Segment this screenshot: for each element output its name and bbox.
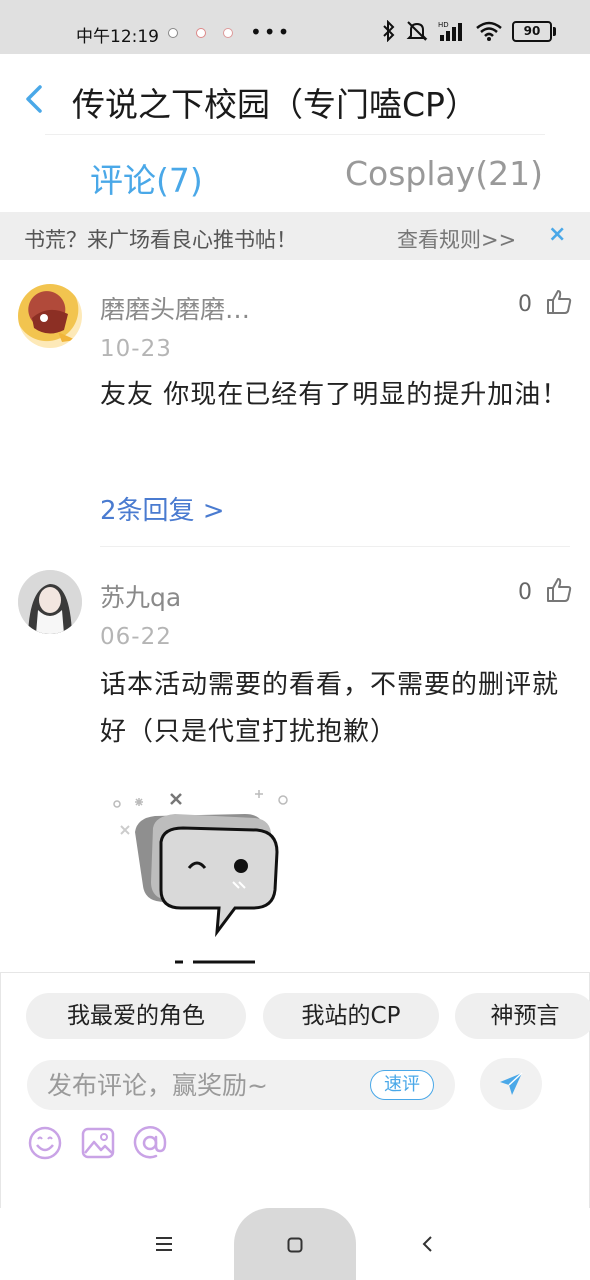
comment-username[interactable]: 苏九qa [100, 578, 181, 614]
comment-divider [100, 546, 570, 547]
bluetooth-icon [383, 20, 395, 42]
thumbs-up-icon[interactable] [545, 576, 573, 604]
tab-bar: 评论(7) Cosplay(21) [0, 140, 590, 210]
comment-content: 友友 你现在已经有了明显的提升加油！ [100, 380, 569, 410]
comment-date: 06-22 [100, 624, 172, 650]
banner-text: 书荒？来广场看良心推书帖！ [24, 228, 297, 252]
page-title: 传说之下校园（专门嗑CP） [72, 85, 478, 124]
more-notifications-icon: ••• [250, 20, 292, 44]
battery-icon: 90 [512, 20, 556, 42]
avatar-image [18, 570, 82, 634]
topic-chip[interactable]: 我最爱的角色 [26, 993, 246, 1039]
avatar-image [32, 309, 76, 342]
avatar[interactable] [18, 284, 82, 348]
system-nav-bar [0, 1208, 590, 1280]
tab-cosplay[interactable]: Cosplay(21) [345, 154, 543, 193]
header-divider [45, 134, 545, 135]
at-icon[interactable] [132, 1125, 168, 1161]
header: 传说之下校园（专门嗑CP） [0, 54, 590, 144]
like-count: 0 [518, 580, 532, 605]
svg-text:HD: HD [438, 21, 449, 29]
like-count: 0 [518, 292, 532, 317]
quick-comment-button[interactable]: 速评 [370, 1070, 434, 1100]
tab-comments[interactable]: 评论(7) [90, 154, 203, 202]
comment-date: 10-23 [100, 336, 172, 362]
comment-composer: 我最爱的角色 我站的CP 神预言 速评 [0, 972, 590, 1208]
status-bar: 中午12:19 ••• HD 90 [0, 0, 590, 54]
notification-icon [196, 28, 206, 38]
image-icon[interactable] [80, 1125, 116, 1161]
mute-icon [406, 21, 428, 41]
avatar[interactable] [18, 570, 82, 634]
status-time: 中午12:19 [76, 27, 159, 47]
topic-chip[interactable]: 我站的CP [263, 993, 439, 1039]
comment-username[interactable]: 磨磨头磨磨… [100, 290, 250, 326]
emoji-icon[interactable] [27, 1125, 63, 1161]
speech-bubble-sticker [113, 790, 288, 964]
view-rules-link[interactable]: 查看规则>> [397, 224, 516, 254]
promo-banner: 书荒？来广场看良心推书帖！ 查看规则>> × [0, 212, 590, 260]
send-icon [500, 1072, 523, 1095]
topic-chip[interactable]: 神预言 [455, 993, 590, 1039]
signal-icon: HD [438, 21, 462, 41]
notification-icon [223, 28, 233, 38]
menu-icon[interactable] [155, 1236, 173, 1252]
close-icon[interactable]: × [548, 222, 566, 247]
home-button[interactable] [234, 1208, 356, 1280]
replies-link[interactable]: 2条回复 > [100, 490, 225, 527]
home-icon [287, 1237, 303, 1253]
comment-content: 话本活动需要的看看，不需要的删评就好（只是代宣打扰抱歉） [100, 670, 560, 747]
notification-icon [168, 28, 178, 38]
thumbs-up-icon[interactable] [545, 288, 573, 316]
send-button[interactable] [480, 1058, 542, 1110]
back-icon[interactable] [421, 1235, 433, 1253]
chevron-left-icon[interactable] [22, 84, 46, 114]
wifi-icon [476, 21, 502, 41]
